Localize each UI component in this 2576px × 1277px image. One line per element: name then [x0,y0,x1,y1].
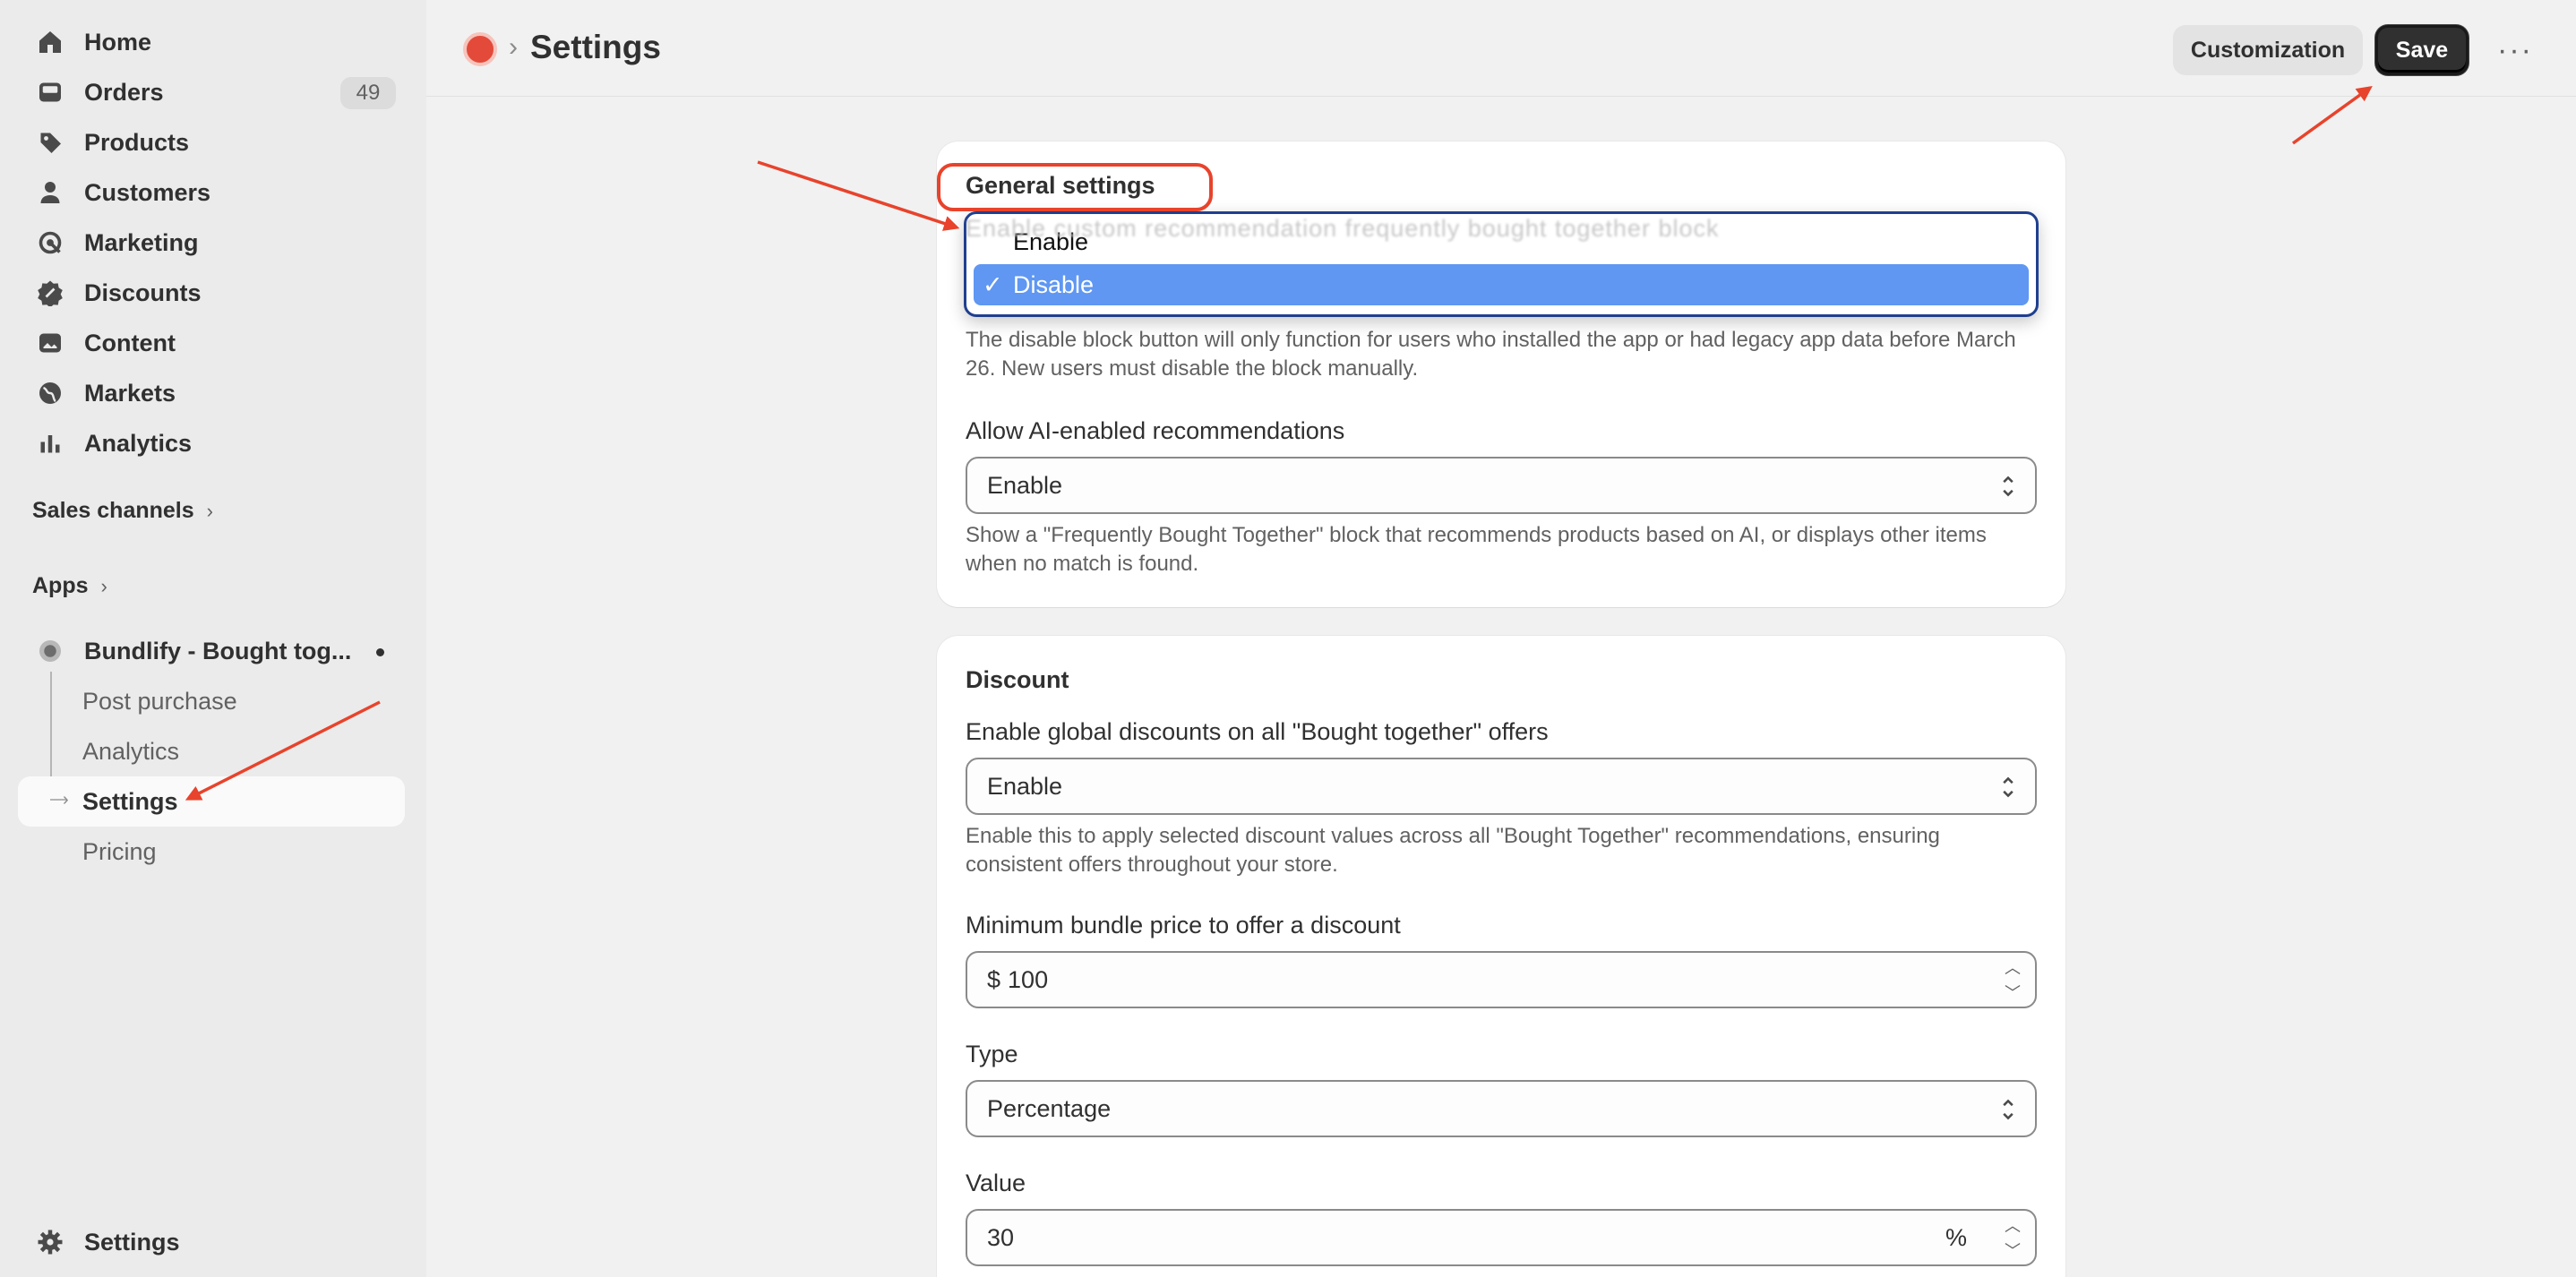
discount-card: Discount Enable global discounts on all … [937,636,2065,1277]
home-icon [34,26,66,58]
dropdown-option-disable[interactable]: ✓ Disable [974,264,2029,305]
min-bundle-price-input[interactable]: $ 100 ︿ ﹀ [966,951,2037,1008]
percent-suffix: % [1945,1223,1967,1251]
target-icon [34,227,66,259]
chevron-down-icon[interactable]: ﹀ [2005,1241,2021,1261]
select-updown-icon [2003,476,2014,497]
breadcrumb-separator-icon: › [509,32,518,62]
sidebar-item-markets[interactable]: Markets [18,370,405,416]
type-select[interactable]: Percentage [966,1080,2037,1137]
tag-icon [34,126,66,159]
ai-recommendations-label: Allow AI-enabled recommendations [966,417,1345,444]
global-discount-help: Enable this to apply selected discount v… [966,824,1940,877]
sidebar-item-label: Settings [84,1228,180,1256]
globe-icon [34,377,66,409]
active-item-highlight [18,776,405,827]
block-toggle-help: The disable block button will only funct… [966,328,2016,381]
sidebar-item-label: Customers [84,178,211,206]
gear-icon [34,1226,66,1258]
sidebar-subitem-pricing[interactable]: Pricing [82,838,157,866]
chevron-down-icon[interactable]: ﹀ [2005,983,2021,1003]
chevron-right-icon: › [206,499,213,522]
pin-indicator [376,648,384,656]
discount-title: Discount [966,666,1069,693]
inbox-icon [34,76,66,108]
sidebar-item-discounts[interactable]: Discounts [18,270,405,316]
app-logo-icon[interactable] [463,32,497,66]
discount-icon [34,277,66,309]
sidebar-item-label: Marketing [84,228,199,256]
select-updown-icon [2003,1099,2014,1120]
select-updown-icon [2003,776,2014,798]
sidebar-item-content[interactable]: Content [18,320,405,366]
sidebar-item-label: Analytics [84,429,193,457]
page-title: Settings [530,29,661,65]
tree-arrow-icon: › [63,790,69,810]
sidebar-item-products[interactable]: Products [18,119,405,166]
type-label: Type [966,1041,1018,1067]
sidebar-item-settings[interactable]: Settings [18,1219,405,1265]
sidebar-item-analytics[interactable]: Analytics [18,420,405,467]
chevron-up-icon[interactable]: ︿ [2005,1216,2021,1236]
sidebar-item-label: Products [84,128,190,156]
apps-header[interactable]: Apps › [32,573,107,599]
sidebar-app-bundlify[interactable]: Bundlify - Bought tog... [18,628,405,674]
sidebar-item-home[interactable]: Home [18,19,405,65]
sidebar-item-orders[interactable]: Orders 49 [18,69,405,116]
save-button[interactable]: Save [2375,25,2469,75]
annotation-arrow [757,160,960,231]
annotation-highlight [937,163,1213,211]
number-stepper[interactable]: ︿ ﹀ [1999,1216,2026,1261]
person-icon [34,176,66,209]
checkmark-icon: ✓ [983,270,1003,298]
ai-recommendations-help: Show a "Frequently Bought Together" bloc… [966,523,1987,576]
min-bundle-price-label: Minimum bundle price to offer a discount [966,912,1401,938]
sidebar-subitem-post-purchase[interactable]: Post purchase [82,688,237,716]
sidebar-item-label: Bundlify - Bought tog... [84,637,352,664]
global-discount-label: Enable global discounts on all "Bought t… [966,718,1549,745]
value-label: Value [966,1170,1026,1196]
currency-prefix: $ [987,965,1001,993]
sidebar-item-customers[interactable]: Customers [18,169,405,216]
value-input[interactable]: 30 % ︿ ﹀ [966,1209,2037,1266]
bar-chart-icon [34,427,66,459]
sidebar: Home Orders 49 Products Customers Market… [0,0,426,1277]
more-actions-icon[interactable]: ··· [2495,32,2535,68]
sidebar-item-label: Markets [84,379,176,407]
number-stepper[interactable]: ︿ ﹀ [1999,958,2026,1003]
sidebar-item-marketing[interactable]: Marketing [18,219,405,266]
sidebar-item-label: Home [84,28,152,56]
chevron-up-icon[interactable]: ︿ [2005,958,2021,978]
orders-count-badge: 49 [340,77,396,109]
app-logo-icon [34,635,66,667]
sidebar-subitem-analytics[interactable]: Analytics [82,738,179,766]
customization-button[interactable]: Customization [2173,25,2363,75]
image-icon [34,327,66,359]
global-discount-select[interactable]: Enable [966,758,2037,815]
obscured-field-label: Enable custom recommendation frequently … [966,215,1720,242]
sidebar-item-label: Discounts [84,279,202,306]
chevron-right-icon: › [100,574,107,597]
ai-recommendations-select[interactable]: Enable [966,457,2037,514]
sidebar-item-label: Orders [84,78,164,106]
sales-channels-header[interactable]: Sales channels › [32,498,213,524]
sidebar-subitem-settings[interactable]: Settings [82,788,178,816]
sidebar-item-label: Content [84,329,176,356]
